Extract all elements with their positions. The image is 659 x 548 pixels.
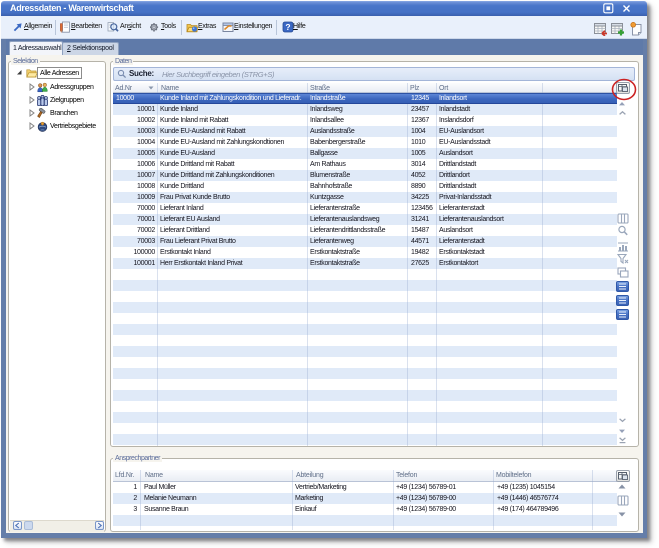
svg-text:?: ? [285, 22, 290, 32]
